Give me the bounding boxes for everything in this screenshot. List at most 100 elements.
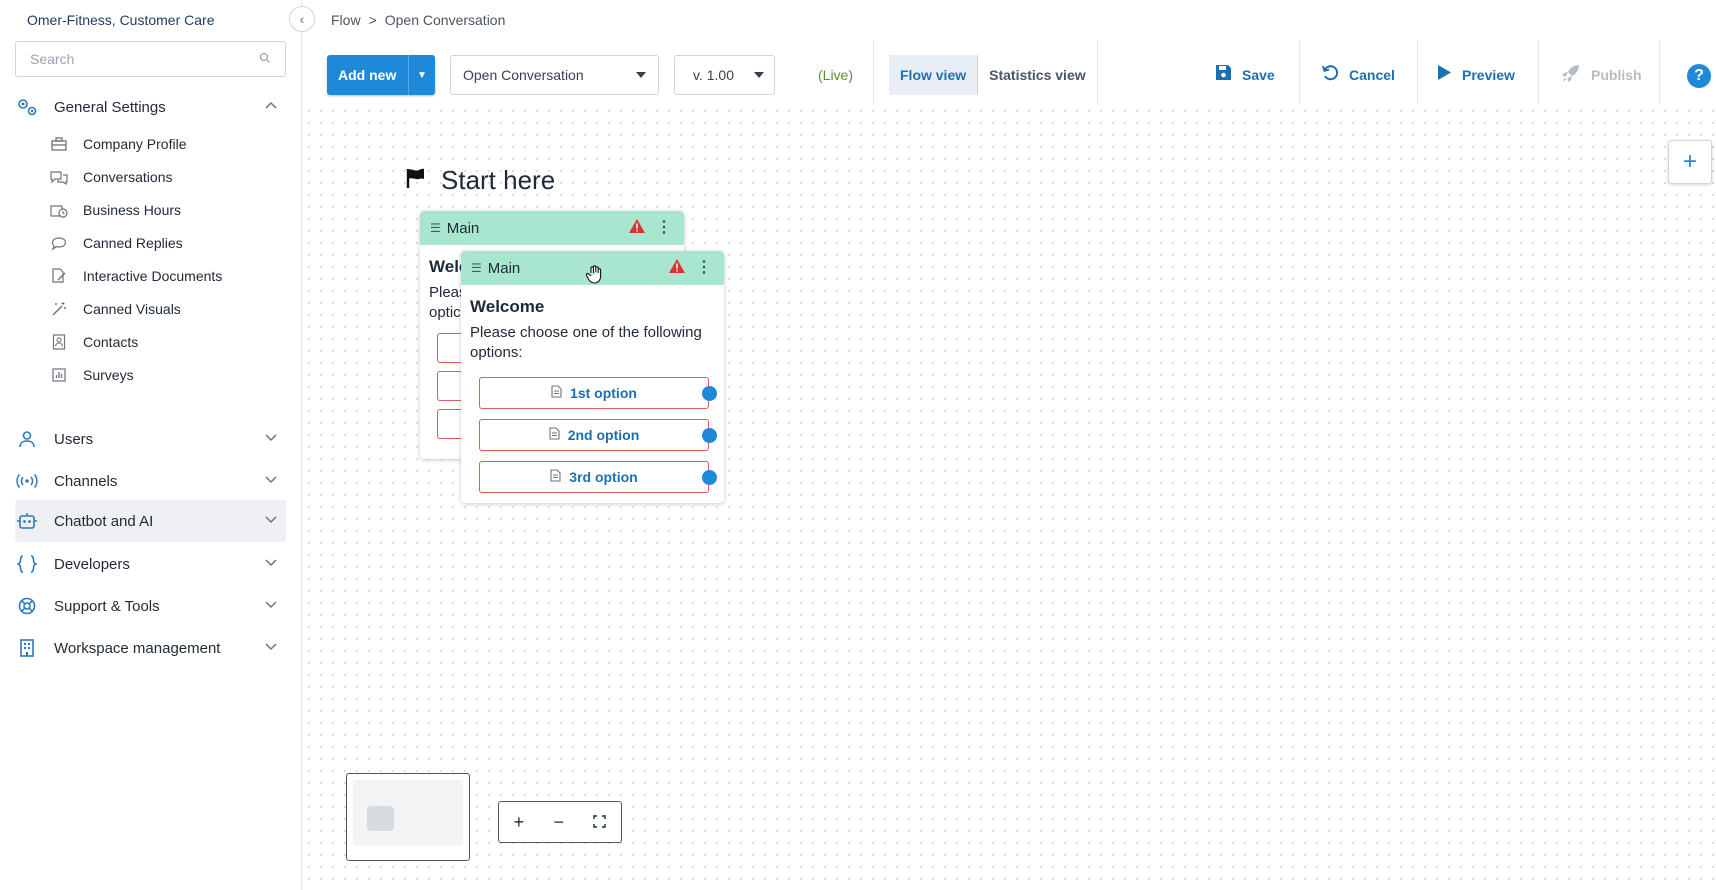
sidebar-item-surveys[interactable]: Surveys — [50, 360, 134, 390]
connector-handle[interactable] — [702, 470, 717, 485]
list-icon: ☰ — [430, 221, 441, 235]
search-input[interactable] — [30, 51, 259, 67]
nav-chatbot-and-ai[interactable]: Chatbot and AI — [15, 500, 286, 542]
nav-developers[interactable]: Developers — [15, 543, 286, 585]
zoom-out-button[interactable]: − — [553, 812, 564, 833]
clock-icon — [50, 203, 68, 218]
fit-view-button[interactable] — [593, 812, 607, 833]
version-select[interactable]: v. 1.00 — [674, 55, 775, 95]
workspace-name[interactable]: Omer-Fitness, Customer Care — [27, 12, 214, 28]
building-icon — [15, 639, 39, 657]
option-button[interactable]: 3rd option — [479, 461, 717, 493]
search-box[interactable] — [15, 41, 286, 77]
nav-workspace-management[interactable]: Workspace management — [15, 627, 286, 669]
flow-select[interactable]: Open Conversation — [450, 55, 659, 95]
cancel-label: Cancel — [1349, 67, 1395, 83]
divider — [1659, 40, 1660, 106]
option-label: 1st option — [570, 385, 637, 401]
add-new-button[interactable]: Add new ▼ — [327, 55, 435, 95]
node-header-label: Main — [487, 259, 521, 277]
broadcast-icon — [15, 473, 39, 489]
chevron-down-icon — [264, 597, 278, 615]
nav-chatbot-label: Chatbot and AI — [54, 512, 154, 530]
magic-wand-icon — [50, 301, 68, 317]
cancel-button[interactable]: Cancel — [1321, 55, 1395, 95]
chevron-up-icon — [264, 98, 278, 116]
minimap[interactable] — [346, 773, 470, 861]
rocket-icon — [1561, 63, 1581, 88]
sidebar-item-business-hours[interactable]: Business Hours — [50, 195, 181, 225]
sidebar: Omer-Fitness, Customer Care ‹ General Se… — [0, 0, 315, 890]
sidebar-item-label: Interactive Documents — [83, 268, 223, 284]
document-icon — [550, 469, 561, 485]
nav-channels[interactable]: Channels — [15, 460, 286, 502]
divider — [873, 40, 874, 106]
add-node-button[interactable]: + — [1668, 140, 1712, 184]
sidebar-item-company-profile[interactable]: Company Profile — [50, 129, 187, 159]
more-vertical-icon[interactable]: ⋮ — [656, 217, 672, 237]
start-here: Start here — [405, 165, 555, 196]
sidebar-item-canned-visuals[interactable]: Canned Visuals — [50, 294, 181, 324]
robot-icon — [15, 512, 39, 530]
braces-icon — [15, 555, 39, 573]
tab-flow-view[interactable]: Flow view — [889, 55, 979, 95]
warning-icon[interactable] — [668, 258, 686, 278]
node-header[interactable]: ☰ Main ⋮ — [420, 211, 684, 245]
version-select-value: v. 1.00 — [693, 67, 734, 83]
sidebar-item-label: Business Hours — [83, 202, 182, 218]
contacts-icon — [50, 334, 68, 350]
option-button[interactable]: 2nd option — [479, 419, 717, 451]
sidebar-item-conversations[interactable]: Conversations — [50, 162, 173, 192]
help-button[interactable]: ? — [1687, 64, 1711, 88]
view-tabs: Flow view Statistics view — [889, 55, 1097, 95]
breadcrumb-flow-link[interactable]: Flow — [331, 12, 361, 28]
warning-icon[interactable] — [628, 218, 646, 238]
user-icon — [15, 430, 39, 448]
sidebar-item-contacts[interactable]: Contacts — [50, 327, 138, 357]
nav-general-settings[interactable]: General Settings — [15, 86, 286, 128]
publish-label: Publish — [1591, 67, 1642, 83]
add-new-label[interactable]: Add new — [327, 55, 409, 95]
sidebar-item-label: Canned Visuals — [83, 301, 181, 317]
sidebar-item-label: Conversations — [83, 169, 173, 185]
nav-users[interactable]: Users — [15, 418, 286, 460]
sidebar-item-interactive-documents[interactable]: Interactive Documents — [50, 261, 222, 291]
document-edit-icon — [50, 268, 68, 284]
node-text-line: optic — [429, 304, 461, 321]
connector-handle[interactable] — [702, 428, 717, 443]
breadcrumb: Flow > Open Conversation — [331, 12, 505, 28]
caret-down-icon[interactable]: ▼ — [409, 70, 435, 81]
save-button[interactable]: Save — [1215, 55, 1275, 95]
publish-button[interactable]: Publish — [1561, 55, 1642, 95]
flow-canvas[interactable]: + Start here ☰ Main ⋮ Welc Pleas optic ☰… — [303, 105, 1716, 890]
collapse-sidebar-button[interactable]: ‹ — [289, 6, 315, 32]
breadcrumb-separator: > — [368, 12, 377, 28]
sidebar-item-canned-replies[interactable]: Canned Replies — [50, 228, 183, 258]
connector-handle[interactable] — [702, 386, 717, 401]
main-area: Flow > Open Conversation Add new ▼ Open Co… — [303, 0, 1716, 890]
list-icon: ☰ — [471, 261, 482, 275]
search-icon[interactable] — [259, 52, 271, 67]
divider — [1299, 40, 1300, 106]
minimap-viewport — [353, 780, 463, 846]
bar-chart-icon — [50, 368, 68, 382]
more-vertical-icon[interactable]: ⋮ — [696, 257, 712, 277]
node-text: Please choose one of the following optio… — [470, 324, 702, 361]
zoom-in-button[interactable]: + — [514, 812, 525, 833]
chevron-left-icon: ‹ — [299, 11, 305, 27]
option-button[interactable]: 1st option — [479, 377, 717, 409]
tab-statistics-view[interactable]: Statistics view — [978, 55, 1097, 95]
nav-support-tools[interactable]: Support & Tools — [15, 585, 286, 627]
hand-cursor-icon — [585, 265, 603, 290]
briefcase-icon — [50, 137, 68, 151]
document-icon — [551, 385, 562, 401]
nav-support-label: Support & Tools — [54, 597, 160, 615]
node-header-label: Main — [446, 219, 480, 237]
preview-button[interactable]: Preview — [1437, 55, 1515, 95]
nav-workspace-label: Workspace management — [54, 639, 221, 657]
nav-developers-label: Developers — [54, 555, 130, 573]
node-body: Welcome Please choose one of the followi… — [461, 285, 724, 503]
zoom-controls: + − — [498, 801, 622, 843]
preview-label: Preview — [1462, 67, 1515, 83]
option-label: 2nd option — [567, 427, 640, 443]
